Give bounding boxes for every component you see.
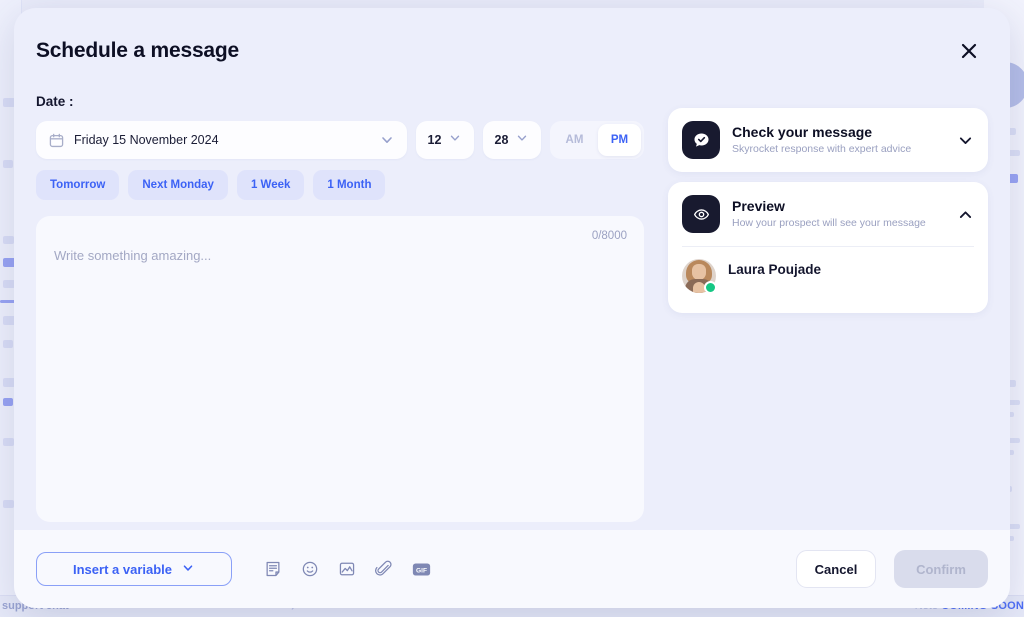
chip-1-week[interactable]: 1 Week (236, 170, 305, 200)
modal-header: Schedule a message (14, 8, 1010, 94)
character-counter: 0/8000 (591, 230, 627, 242)
online-status-badge (704, 281, 717, 294)
side-panel-column: Check your message Skyrocket response wi… (668, 94, 988, 530)
chip-1-month[interactable]: 1 Month (313, 170, 386, 200)
check-your-message-card: Check your message Skyrocket response wi… (668, 108, 988, 172)
chevron-up-icon[interactable] (957, 206, 974, 223)
svg-text:GIF: GIF (416, 567, 427, 574)
chevron-down-icon (448, 131, 462, 150)
close-button[interactable] (952, 34, 986, 68)
preview-header[interactable]: Preview How your prospect will see your … (668, 182, 988, 246)
date-time-row: Friday 15 November 2024 12 28 AM PM (36, 121, 644, 159)
message-input-placeholder: Write something amazing... (54, 248, 212, 263)
cancel-button[interactable]: Cancel (796, 550, 876, 588)
minute-select[interactable]: 28 (483, 121, 541, 159)
preview-texts: Preview How your prospect will see your … (732, 198, 949, 231)
minute-value: 28 (494, 133, 509, 147)
check-your-message-header[interactable]: Check your message Skyrocket response wi… (668, 108, 988, 172)
chip-tomorrow[interactable]: Tomorrow (36, 170, 120, 200)
chip-next-monday[interactable]: Next Monday (128, 170, 228, 200)
background-text-line (3, 340, 13, 348)
gif-icon[interactable]: GIF (411, 559, 431, 579)
meridiem-toggle: AM PM (550, 121, 644, 159)
insert-variable-label: Insert a variable (73, 561, 172, 577)
preview-card: Preview How your prospect will see your … (668, 182, 988, 313)
modal-body: Date : Friday 15 November 2024 12 28 AM … (14, 94, 1010, 530)
check-your-message-title: Check your message (732, 123, 873, 140)
date-picker[interactable]: Friday 15 November 2024 (36, 121, 407, 159)
attachment-paperclip-icon[interactable] (374, 559, 394, 579)
compose-column: Date : Friday 15 November 2024 12 28 AM … (36, 94, 644, 530)
chevron-down-icon (515, 131, 529, 150)
date-value: Friday 15 November 2024 (74, 133, 219, 147)
am-option[interactable]: AM (553, 124, 596, 156)
footer-actions: Cancel Confirm (796, 550, 988, 588)
date-label: Date : (36, 94, 74, 109)
preview-content: Laura Poujade (668, 247, 988, 313)
eye-icon (682, 195, 720, 233)
check-your-message-texts: Check your message Skyrocket response wi… (732, 124, 949, 157)
hour-select[interactable]: 12 (416, 121, 474, 159)
schedule-message-modal: Schedule a message Date : Friday 15 Nove… (14, 8, 1010, 608)
background-text-line (3, 236, 14, 244)
background-text-line (3, 160, 13, 168)
background-text-line (3, 500, 14, 508)
pm-option[interactable]: PM (598, 124, 641, 156)
hour-value: 12 (427, 133, 442, 147)
page-title: Schedule a message (36, 39, 240, 62)
chevron-down-icon (379, 132, 395, 148)
emoji-smiley-icon[interactable] (300, 559, 320, 579)
image-icon[interactable] (337, 559, 357, 579)
check-your-message-subtitle: Skyrocket response with expert advice (732, 143, 912, 156)
chevron-down-icon[interactable] (957, 132, 974, 149)
modal-footer: Insert a variable GIF Cancel Confirm (14, 530, 1010, 608)
preview-subtitle: How your prospect will see your message (732, 217, 926, 230)
prospect-name: Laura Poujade (728, 262, 822, 277)
background-text-line (3, 398, 13, 406)
note-template-icon[interactable] (263, 559, 283, 579)
avatar (682, 259, 717, 294)
quick-date-chips: Tomorrow Next Monday 1 Week 1 Month (36, 170, 644, 200)
calendar-icon (49, 133, 64, 148)
close-icon (959, 41, 979, 61)
background-text-line (3, 438, 14, 446)
message-composer[interactable]: 0/8000 Write something amazing... (36, 216, 644, 522)
composer-toolbar: GIF (263, 559, 431, 579)
chevron-down-icon (181, 561, 195, 578)
preview-title: Preview (732, 197, 785, 214)
insert-variable-button[interactable]: Insert a variable (36, 552, 232, 586)
chat-bubble-check-icon (682, 121, 720, 159)
confirm-button[interactable]: Confirm (894, 550, 988, 588)
